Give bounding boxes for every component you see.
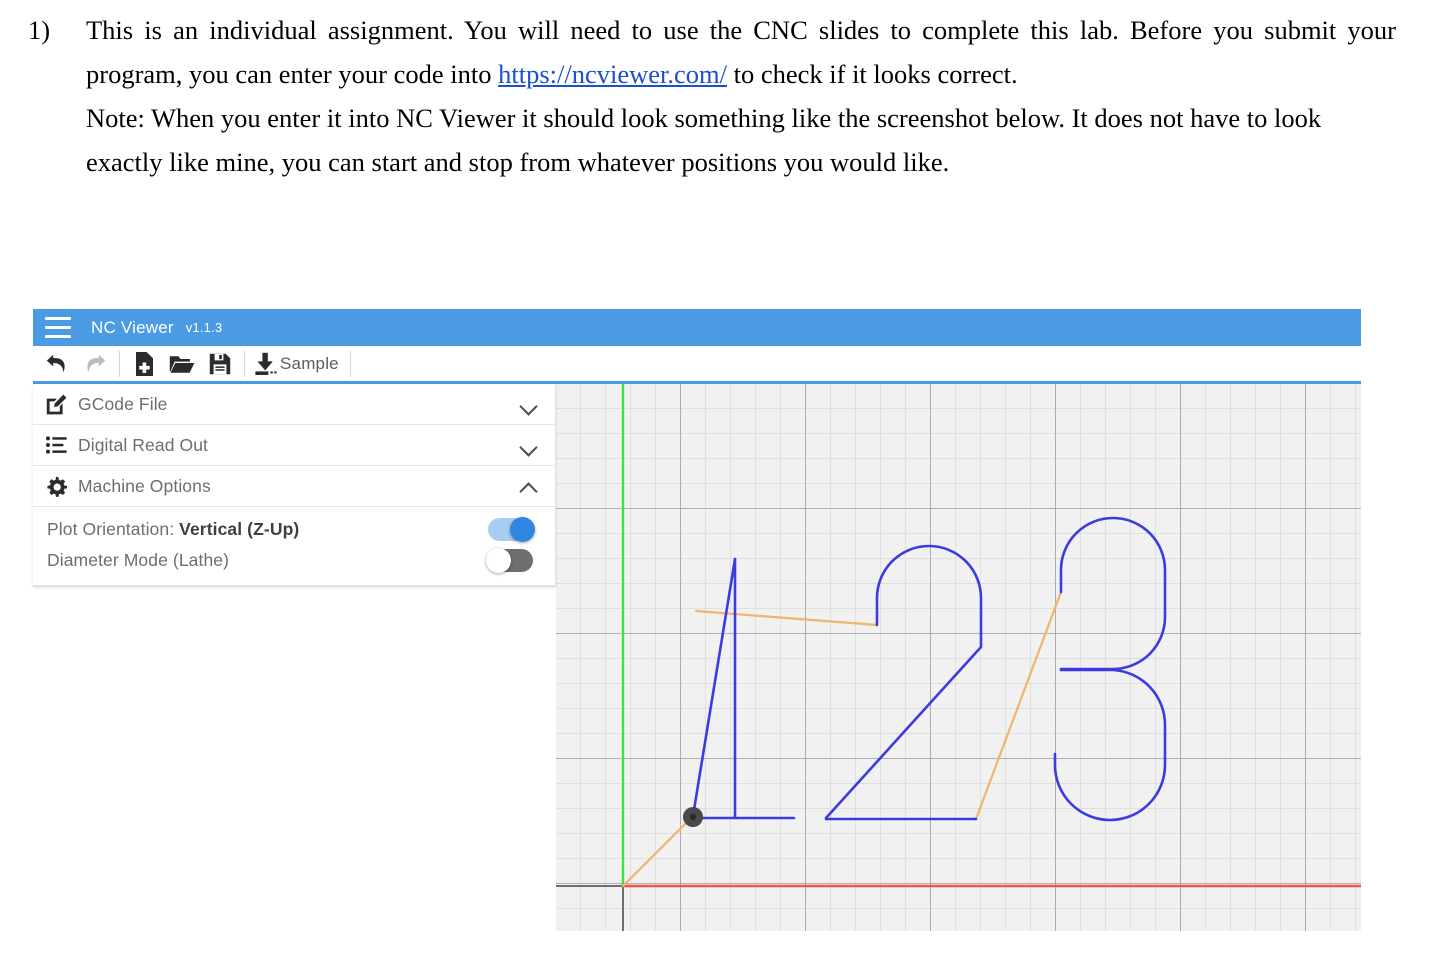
- undo-button[interactable]: [38, 347, 76, 381]
- plot-orientation-value: Vertical (Z-Up): [179, 519, 300, 539]
- chevron-down-icon[interactable]: [521, 400, 537, 409]
- download-icon: [255, 352, 277, 375]
- redo-button[interactable]: [76, 347, 114, 381]
- chevron-down-icon[interactable]: [521, 441, 537, 450]
- numbered-list-item: 1) This is an individual assignment. You…: [28, 8, 1396, 184]
- sidebar-item-digital-read-out[interactable]: Digital Read Out: [33, 425, 555, 466]
- paragraph-two: Note: When you enter it into NC Viewer i…: [86, 103, 1322, 177]
- list-icon: [46, 436, 72, 454]
- save-file-button[interactable]: [201, 347, 239, 381]
- open-folder-icon: [169, 355, 195, 373]
- plot-orientation-label-prefix: Plot Orientation:: [47, 519, 180, 539]
- sidebar-panel: GCode File Digital Read Out Machine Opti…: [33, 384, 556, 587]
- option-row-diameter-mode: Diameter Mode (Lathe): [33, 545, 555, 576]
- chevron-up-icon[interactable]: [521, 482, 537, 491]
- list-marker: 1): [28, 15, 51, 45]
- app-version: v1.1.3: [185, 320, 223, 335]
- document-text-block: 1) This is an individual assignment. You…: [0, 0, 1436, 184]
- load-sample-button[interactable]: Sample: [250, 347, 345, 381]
- plot-viewport[interactable]: [556, 384, 1361, 931]
- ncviewer-app-window: NC Viewer v1.1.3 Sample GCode File Digit…: [33, 309, 1361, 931]
- diameter-mode-label: Diameter Mode (Lathe): [47, 550, 230, 570]
- app-title: NC Viewer: [91, 317, 174, 337]
- open-file-button[interactable]: [163, 347, 201, 381]
- new-file-button[interactable]: [125, 347, 163, 381]
- toggle-knob: [510, 517, 535, 542]
- gear-icon: [46, 476, 72, 497]
- ncviewer-link[interactable]: https://ncviewer.com/: [498, 59, 727, 89]
- option-row-plot-orientation: Plot Orientation: Vertical (Z-Up): [33, 514, 555, 545]
- redo-icon: [87, 354, 106, 372]
- toggle-knob: [486, 548, 511, 573]
- sidebar-item-gcode-file[interactable]: GCode File: [33, 384, 555, 425]
- paragraph-one-tail: to check if it looks correct.: [726, 59, 1018, 89]
- toolpath-plot[interactable]: [556, 384, 1361, 931]
- tool-position-marker: [683, 807, 703, 827]
- edit-pencil-square-icon: [46, 394, 72, 415]
- toolbar-divider: [119, 350, 120, 377]
- toolbar-divider: [349, 350, 351, 377]
- save-floppy-icon: [209, 353, 231, 374]
- machine-options-body: Plot Orientation: Vertical (Z-Up) Diamet…: [33, 507, 555, 586]
- sidebar-item-machine-options-label: Machine Options: [78, 475, 211, 496]
- sidebar-item-gcode-file-label: GCode File: [78, 393, 168, 414]
- paragraph-one: This is an individual assignment. You wi…: [86, 8, 1396, 96]
- undo-icon: [46, 354, 65, 372]
- sidebar-item-machine-options[interactable]: Machine Options: [33, 466, 555, 507]
- diameter-mode-toggle[interactable]: [486, 548, 533, 573]
- toolbar-divider: [244, 350, 245, 377]
- list-body: This is an individual assignment. You wi…: [86, 8, 1396, 184]
- hamburger-menu-icon[interactable]: [45, 317, 71, 338]
- plot-orientation-toggle[interactable]: [488, 517, 535, 542]
- app-titlebar: NC Viewer v1.1.3: [33, 309, 1361, 346]
- sidebar-item-digital-read-out-label: Digital Read Out: [78, 434, 208, 455]
- load-sample-label: Sample: [280, 353, 339, 373]
- new-file-icon: [136, 351, 153, 376]
- plot-grid-major: [556, 384, 1361, 931]
- app-toolbar: Sample: [33, 346, 1361, 384]
- app-body: GCode File Digital Read Out Machine Opti…: [33, 384, 1361, 931]
- plot-orientation-label: Plot Orientation: Vertical (Z-Up): [47, 519, 488, 540]
